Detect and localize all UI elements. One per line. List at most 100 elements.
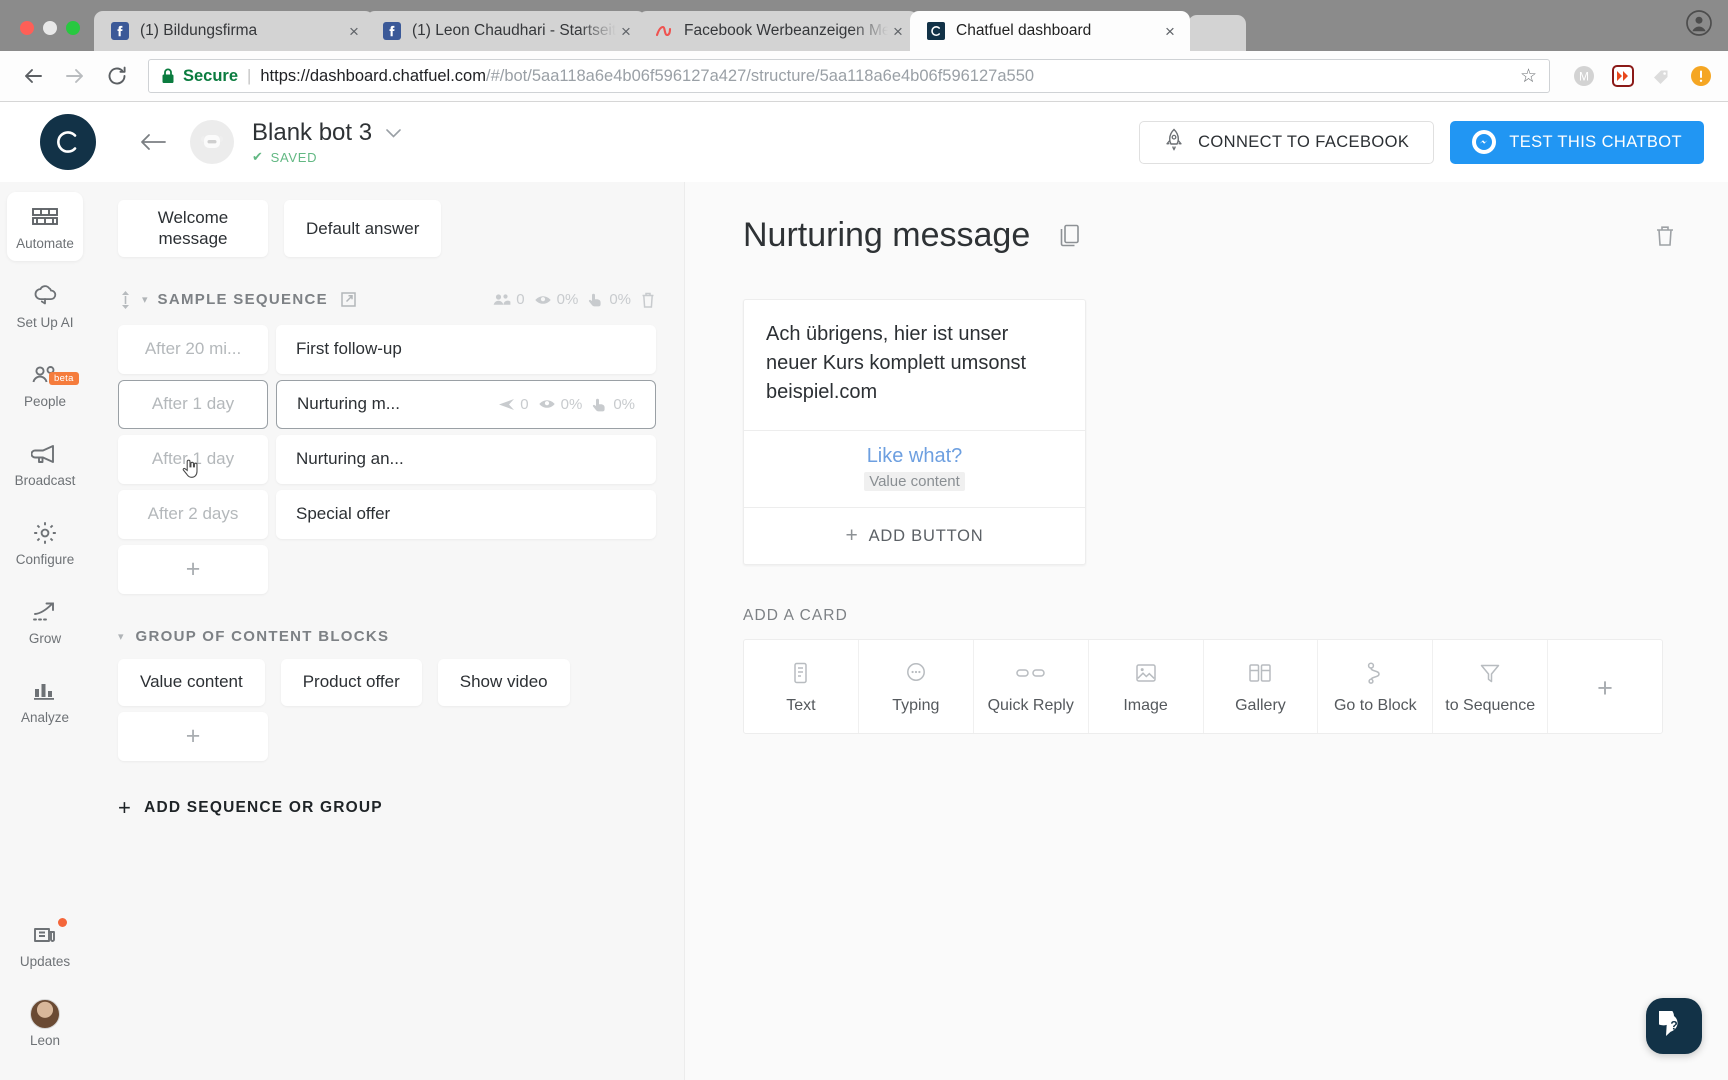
sequence-row[interactable]: After 20 mi... First follow-up	[118, 324, 656, 374]
collapse-caret-icon[interactable]: ▾	[118, 630, 124, 643]
block-label: Value content	[140, 672, 243, 692]
block-value-content[interactable]: Value content	[118, 658, 265, 706]
sequence-add-row[interactable]: +	[118, 544, 656, 594]
sidebar-item-broadcast[interactable]: Broadcast	[7, 429, 83, 498]
delete-block-button[interactable]	[1654, 224, 1676, 248]
sequence-row-delay[interactable]: After 20 mi...	[118, 324, 268, 374]
chatfuel-logo[interactable]	[40, 114, 96, 170]
browser-tab-3[interactable]: Facebook Werbeanzeigen Meis ×	[638, 11, 918, 51]
minimize-window-button[interactable]	[43, 21, 57, 35]
sidebar-item-people[interactable]: beta People	[7, 350, 83, 419]
block-default-answer[interactable]: Default answer	[284, 200, 442, 257]
sequence-row-block[interactable]: Nurturing m... 0 0% 0%	[276, 379, 656, 429]
back-arrow-icon[interactable]	[136, 132, 170, 152]
browser-profile-icon[interactable]	[1686, 10, 1712, 36]
test-chatbot-button[interactable]: TEST THIS CHATBOT	[1450, 120, 1704, 164]
alert-extension-icon[interactable]	[1686, 61, 1716, 91]
sequence-row[interactable]: After 2 days Special offer	[118, 489, 656, 539]
add-button-label: ADD BUTTON	[868, 526, 984, 545]
browser-tab-2[interactable]: (1) Leon Chaudhari - Startseite ×	[366, 11, 646, 51]
connect-to-facebook-button[interactable]: CONNECT TO FACEBOOK	[1139, 120, 1435, 164]
trash-icon[interactable]	[640, 291, 656, 309]
browser-toolbar: Secure | https://dashboard.chatfuel.com/…	[0, 51, 1728, 102]
card-type-to-sequence[interactable]: to Sequence	[1433, 640, 1549, 734]
more-card-types-button[interactable]: +	[1548, 640, 1662, 733]
sidebar-item-automate[interactable]: Automate	[7, 192, 83, 261]
close-tab-button[interactable]: ×	[1160, 23, 1180, 40]
close-tab-button[interactable]: ×	[616, 23, 636, 40]
tag-extension-icon[interactable]	[1647, 61, 1677, 91]
copy-icon[interactable]	[1058, 223, 1082, 248]
browser-tab-1[interactable]: (1) Bildungsfirma ×	[94, 11, 374, 51]
block-welcome-message[interactable]: Welcome message	[118, 200, 268, 257]
sequence-row-block[interactable]: Special offer	[276, 489, 656, 539]
add-sequence-or-group-button[interactable]: + ADD SEQUENCE OR GROUP	[118, 795, 656, 821]
add-a-card-label: ADD A CARD	[743, 607, 848, 625]
omnibox-divider: |	[247, 66, 252, 85]
sequence-row-selected[interactable]: After 1 day Nurturing m... 0 0% 0%	[118, 379, 656, 429]
sequence-row[interactable]: After 1 day Nurturing an...	[118, 434, 656, 484]
forward-button[interactable]	[54, 56, 96, 96]
sidebar-item-account[interactable]: Leon	[7, 989, 83, 1058]
delay-label: After 1 day	[151, 394, 235, 413]
sequence-title: SAMPLE SEQUENCE	[157, 291, 328, 308]
sidebar-item-set-up-ai[interactable]: Set Up AI	[7, 271, 83, 340]
growth-arrow-icon	[31, 599, 59, 625]
sequence-row-block[interactable]: Nurturing an...	[276, 434, 656, 484]
message-card[interactable]: Ach übrigens, hier ist unser neuer Kurs …	[743, 299, 1086, 566]
sidebar-item-label: Set Up AI	[16, 315, 74, 330]
block-label: Product offer	[302, 672, 400, 692]
close-tab-button[interactable]: ×	[888, 23, 908, 40]
block-product-offer[interactable]: Product offer	[280, 658, 422, 706]
sequence-row-delay[interactable]: After 2 days	[118, 489, 268, 539]
close-tab-button[interactable]: ×	[344, 23, 364, 40]
sidebar-item-label: Broadcast	[14, 473, 76, 488]
new-tab-button[interactable]	[1188, 15, 1246, 51]
drag-handle-icon[interactable]	[118, 290, 132, 310]
sidebar-item-label: Leon	[29, 1033, 61, 1048]
stat-seen: 0%	[534, 291, 578, 308]
fastforward-extension-icon[interactable]	[1608, 61, 1638, 91]
add-button-button[interactable]: + ADD BUTTON	[744, 507, 1085, 564]
add-sequence-step-button[interactable]: +	[118, 544, 268, 594]
chevron-down-icon[interactable]	[386, 125, 401, 141]
close-window-button[interactable]	[20, 21, 34, 35]
card-type-quick-reply[interactable]: Quick Reply	[974, 640, 1089, 734]
row-stats: 0 0% 0%	[498, 396, 635, 413]
card-type-gallery[interactable]: Gallery	[1204, 640, 1319, 734]
block-show-video[interactable]: Show video	[437, 658, 570, 706]
bookmark-star-icon[interactable]: ☆	[1520, 65, 1537, 88]
help-chat-icon[interactable]: ?	[1646, 998, 1702, 1054]
delay-label: After 2 days	[147, 504, 239, 523]
card-type-image[interactable]: Image	[1089, 640, 1204, 734]
sequence-row-delay[interactable]: After 1 day	[118, 434, 268, 484]
browser-tab-4-active[interactable]: Chatfuel dashboard ×	[910, 11, 1190, 51]
address-bar[interactable]: Secure | https://dashboard.chatfuel.com/…	[148, 59, 1550, 93]
sequence-row-block[interactable]: First follow-up	[276, 324, 656, 374]
card-type-label: Gallery	[1235, 697, 1286, 715]
page-title[interactable]: Nurturing message	[743, 216, 1030, 255]
news-icon	[31, 922, 59, 948]
collapse-caret-icon[interactable]: ▾	[142, 293, 148, 306]
back-button[interactable]	[12, 56, 54, 96]
sidebar-item-configure[interactable]: Configure	[7, 508, 83, 577]
group-add-row[interactable]: +	[118, 711, 656, 761]
message-text[interactable]: Ach übrigens, hier ist unser neuer Kurs …	[744, 300, 1085, 430]
card-type-text[interactable]: Text	[744, 640, 859, 734]
sidebar-item-grow[interactable]: Grow	[7, 587, 83, 656]
sidebar-item-label: Configure	[15, 552, 75, 567]
maximize-window-button[interactable]	[66, 21, 80, 35]
add-group-block-button[interactable]: +	[118, 711, 268, 761]
card-button[interactable]: Like what? Value content	[744, 430, 1085, 507]
open-external-icon[interactable]	[340, 291, 357, 308]
bot-name-row[interactable]: Blank bot 3	[252, 119, 401, 147]
mail-extension-icon[interactable]: M	[1569, 61, 1599, 91]
sidebar-item-label: Analyze	[20, 710, 70, 725]
sequence-row-delay[interactable]: After 1 day	[118, 379, 268, 429]
card-type-go-to-block[interactable]: Go to Block	[1318, 640, 1434, 734]
window-controls[interactable]	[10, 21, 94, 51]
reload-button[interactable]	[96, 56, 138, 96]
sidebar-item-updates[interactable]: Updates	[7, 910, 83, 979]
sidebar-item-analyze[interactable]: Analyze	[7, 666, 83, 735]
card-type-typing[interactable]: Typing	[859, 640, 974, 734]
